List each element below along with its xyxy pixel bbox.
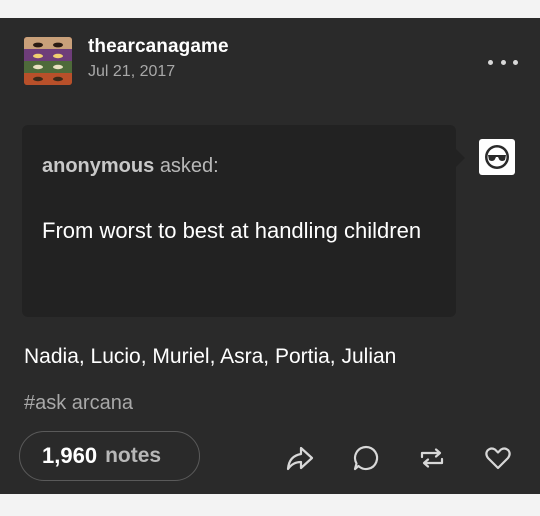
asker-name: anonymous	[42, 155, 155, 177]
question-text: From worst to best at handling children	[42, 218, 422, 243]
post-date[interactable]: Jul 21, 2017	[88, 63, 175, 81]
more-options-icon[interactable]	[488, 52, 518, 72]
like-icon[interactable]	[483, 443, 513, 473]
answer-text: Nadia, Lucio, Muriel, Asra, Portia, Juli…	[24, 345, 397, 368]
dot	[488, 59, 493, 65]
notes-count: 1,960	[42, 443, 98, 468]
reblog-icon[interactable]	[417, 443, 447, 473]
ask-bubble: anonymous asked: From worst to best at h…	[22, 125, 465, 317]
notes-button[interactable]: 1,960 notes	[19, 431, 200, 481]
dot	[500, 59, 506, 65]
blog-name-link[interactable]: thearcanagame	[88, 36, 229, 58]
post-tag[interactable]: #ask arcana	[24, 392, 133, 415]
reply-icon[interactable]	[351, 443, 381, 473]
dot	[513, 59, 518, 65]
blog-avatar-icon[interactable]	[24, 37, 72, 85]
asker-line: anonymous asked:	[42, 155, 219, 178]
notes-label: notes	[105, 444, 162, 467]
post-card: thearcanagame Jul 21, 2017 anonymous ask…	[0, 18, 540, 494]
anonymous-avatar-icon	[479, 139, 515, 175]
share-icon[interactable]	[285, 443, 315, 473]
asked-label: asked:	[159, 155, 219, 177]
